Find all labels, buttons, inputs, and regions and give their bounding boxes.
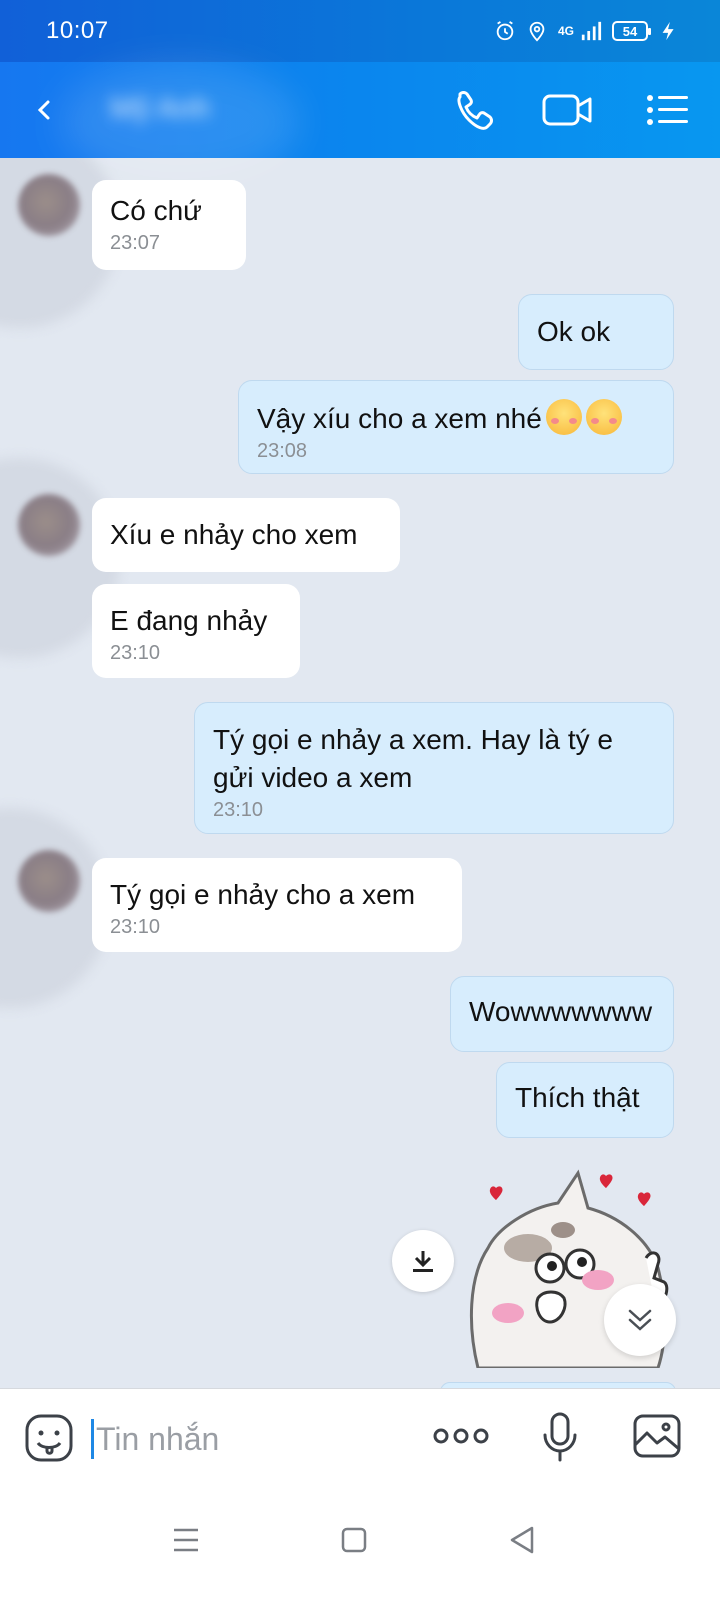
message-bubble[interactable]: Vậy xíu cho a xem nhé 23:08 bbox=[238, 380, 674, 474]
blushing-face-emoji-icon bbox=[545, 399, 582, 435]
home-icon[interactable] bbox=[334, 1520, 374, 1560]
message-bubble[interactable]: Thích thật bbox=[496, 1062, 674, 1138]
message-text-line: Tý gọi e nhảy a xem. Hay là tý e bbox=[213, 724, 613, 755]
chat-messages[interactable]: Có chứ 23:07 Ok ok Vậy xíu cho a xem nhé… bbox=[0, 158, 720, 1388]
message-input[interactable] bbox=[96, 1417, 396, 1461]
status-bar: 10:07 4G 54 bbox=[0, 0, 720, 62]
message-text: Xíu e nhảy cho xem bbox=[110, 519, 358, 550]
message-bubble[interactable]: Tý gọi e nhảy a xem. Hay là tý e gửi vid… bbox=[194, 702, 674, 834]
signal-icon bbox=[581, 21, 602, 41]
message-time: 23:10 bbox=[110, 642, 161, 664]
scroll-to-bottom-button[interactable] bbox=[604, 1284, 676, 1356]
chat-header: Mỹ Anh bbox=[0, 62, 720, 182]
microphone-icon[interactable] bbox=[540, 1411, 580, 1463]
message-text: E đang nhảy bbox=[110, 605, 268, 636]
message-time: 23:08 bbox=[257, 440, 308, 462]
avatar[interactable] bbox=[18, 850, 80, 912]
message-text: Ok ok bbox=[537, 316, 611, 347]
list-menu-icon[interactable] bbox=[640, 86, 696, 134]
message-bubble[interactable]: Tý gọi e nhảy cho a xem 23:10 bbox=[92, 858, 462, 952]
back-icon[interactable] bbox=[30, 92, 60, 128]
message-text: Thích thật bbox=[515, 1082, 640, 1113]
message-text-line: gửi video a xem bbox=[213, 762, 413, 793]
message-input-bar bbox=[0, 1388, 720, 1484]
message-text: Wowwwwwww bbox=[469, 996, 653, 1027]
system-nav-bar bbox=[0, 1484, 720, 1600]
double-chevron-down-icon bbox=[628, 1309, 652, 1331]
alarm-icon bbox=[496, 21, 514, 41]
battery-indicator: 54 bbox=[612, 21, 651, 41]
gallery-icon[interactable] bbox=[632, 1413, 682, 1459]
phone-icon[interactable] bbox=[450, 86, 506, 134]
message-time: 23:07 bbox=[110, 232, 161, 254]
status-icons: 4G 54 bbox=[494, 20, 680, 42]
network-type: 4G bbox=[557, 24, 574, 38]
message-bubble[interactable]: Ok ok bbox=[518, 294, 674, 370]
video-camera-icon[interactable] bbox=[540, 86, 596, 134]
more-options-icon[interactable] bbox=[432, 1421, 490, 1451]
text-cursor bbox=[91, 1419, 94, 1459]
download-icon bbox=[413, 1251, 433, 1272]
blushing-face-emoji-icon bbox=[585, 399, 622, 435]
message-time: 23:10 bbox=[213, 799, 264, 821]
message-bubble[interactable]: E đang nhảy 23:10 bbox=[92, 584, 300, 678]
message-text: Vậy xíu cho a xem nhé bbox=[257, 403, 542, 434]
sticker-icon[interactable] bbox=[24, 1413, 74, 1463]
message-bubble[interactable]: Có chứ 23:07 bbox=[92, 180, 246, 270]
message-bubble[interactable]: Wowwwwwww bbox=[450, 976, 674, 1052]
contact-name[interactable]: Mỹ Anh bbox=[110, 92, 210, 126]
download-button[interactable] bbox=[392, 1230, 454, 1292]
charging-icon bbox=[662, 21, 674, 41]
status-time: 10:07 bbox=[46, 17, 109, 44]
message-time: 23:10 bbox=[110, 916, 161, 938]
message-bubble[interactable]: Xíu e nhảy cho xem bbox=[92, 498, 400, 572]
recent-apps-icon[interactable] bbox=[166, 1520, 206, 1560]
location-icon bbox=[529, 21, 545, 42]
avatar[interactable] bbox=[18, 174, 80, 236]
back-triangle-icon[interactable] bbox=[502, 1520, 542, 1560]
message-text: Tý gọi e nhảy cho a xem bbox=[110, 879, 416, 910]
avatar[interactable] bbox=[18, 494, 80, 556]
message-text-row: Vậy xíu cho a xem nhé bbox=[257, 399, 655, 438]
message-text: Có chứ bbox=[110, 195, 202, 226]
